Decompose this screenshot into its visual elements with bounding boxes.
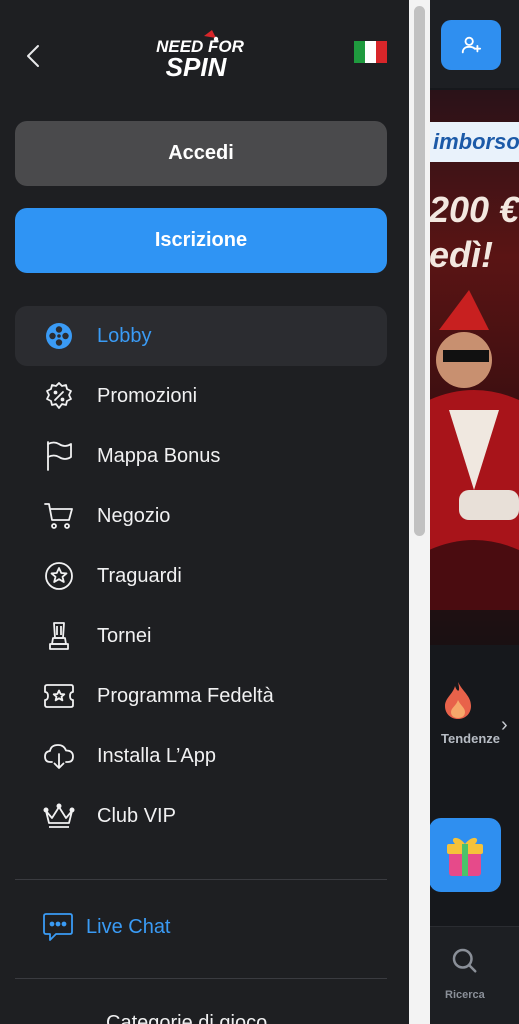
app-root: imborso 200 € edì! Tendenze › Ricerca NE…	[0, 0, 519, 1024]
menu-label: Promozioni	[97, 384, 198, 407]
menu-item-achievements[interactable]: Traguardi	[15, 546, 387, 606]
menu-item-lobby[interactable]: Lobby	[15, 306, 387, 366]
login-button[interactable]: Accedi	[15, 121, 387, 186]
cart-icon	[43, 500, 75, 532]
menu-label: Negozio	[97, 504, 171, 527]
banner-amount: 200 €	[429, 190, 519, 230]
trophy-icon	[43, 620, 75, 652]
side-menu: NEED FOR SPIN Accedi Iscrizione Lobby Pr…	[0, 0, 409, 1024]
menu-item-shop[interactable]: Negozio	[15, 486, 387, 546]
reel-icon	[43, 320, 75, 352]
back-button[interactable]	[22, 42, 44, 70]
gift-button[interactable]	[429, 818, 501, 892]
flag-icon	[43, 440, 75, 472]
main-menu: Lobby Promozioni Mappa Bonus Negozio Tra…	[15, 306, 387, 846]
language-flag-icon[interactable]	[354, 41, 387, 63]
santa-figure-image	[429, 290, 519, 610]
menu-item-bonus-map[interactable]: Mappa Bonus	[15, 426, 387, 486]
signup-button[interactable]: Iscrizione	[15, 208, 387, 273]
support-divider	[15, 978, 387, 979]
percent-badge-icon	[43, 380, 75, 412]
menu-item-tournaments[interactable]: Tornei	[15, 606, 387, 666]
menu-divider	[15, 879, 387, 880]
ticket-star-icon	[43, 680, 75, 712]
menu-item-vip-club[interactable]: Club VIP	[15, 786, 387, 846]
need-for-spin-logo[interactable]: NEED FOR SPIN	[138, 30, 262, 82]
menu-label: Tornei	[97, 624, 152, 647]
sidebar-scrollbar[interactable]	[409, 0, 430, 1024]
menu-item-loyalty[interactable]: Programma Fedeltà	[15, 666, 387, 726]
banner-strip-text: imborso	[429, 122, 519, 162]
menu-item-install-app[interactable]: Installa L’App	[15, 726, 387, 786]
chat-icon	[43, 913, 73, 941]
gift-icon	[447, 837, 483, 876]
scrollbar-thumb[interactable]	[414, 6, 425, 536]
banner-subtext: edì!	[429, 235, 494, 275]
search-nav-label: Ricerca	[445, 989, 485, 1001]
menu-label: Mappa Bonus	[97, 444, 221, 467]
promo-banner[interactable]: imborso 200 € edì!	[429, 90, 519, 645]
menu-label: Traguardi	[97, 564, 182, 587]
live-chat-button[interactable]: Live Chat	[42, 912, 171, 942]
crown-icon	[43, 800, 75, 832]
menu-label: Lobby	[97, 324, 152, 347]
menu-label: Installa L’App	[97, 744, 216, 767]
menu-item-promotions[interactable]: Promozioni	[15, 366, 387, 426]
search-icon	[452, 948, 477, 973]
carousel-next-icon[interactable]: ›	[501, 714, 508, 737]
fire-icon	[445, 682, 471, 719]
add-user-button[interactable]	[441, 20, 501, 70]
cloud-download-icon	[43, 740, 75, 772]
game-categories-heading: Categorie di gioco	[106, 1012, 268, 1024]
chevron-left-icon	[27, 45, 39, 67]
menu-label: Club VIP	[97, 804, 176, 827]
search-nav-item[interactable]	[449, 945, 479, 980]
logo-text-bottom: SPIN	[166, 52, 228, 82]
star-medal-icon	[43, 560, 75, 592]
add-user-icon	[461, 36, 482, 54]
menu-label: Programma Fedeltà	[97, 684, 274, 707]
live-chat-label: Live Chat	[86, 915, 171, 938]
